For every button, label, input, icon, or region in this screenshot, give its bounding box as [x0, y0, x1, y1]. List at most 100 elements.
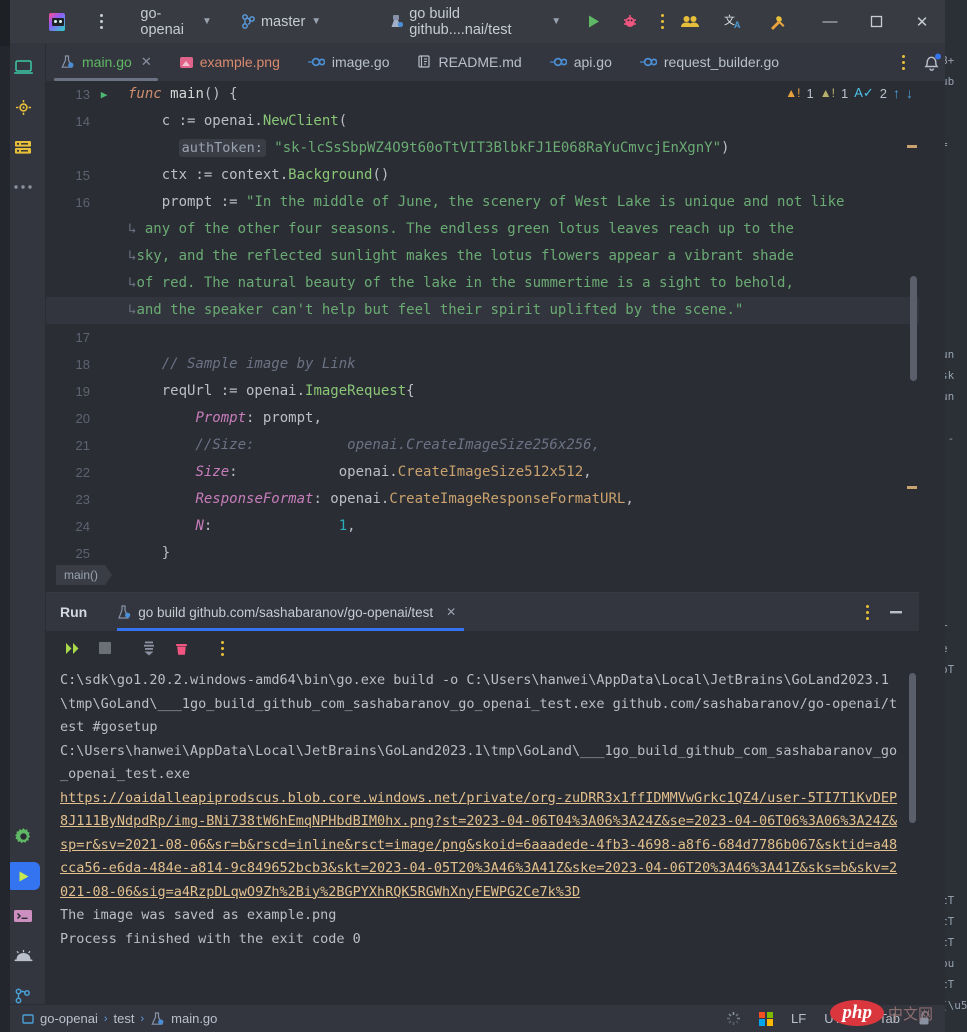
- console-line: C:\sdk\go1.20.2.windows-amd64\bin\go.exe…: [60, 669, 901, 740]
- stop-button[interactable]: [92, 636, 118, 660]
- indexing-spinner-icon[interactable]: [726, 1011, 741, 1026]
- code-token: ,: [583, 464, 591, 480]
- code-token: : openai.: [313, 491, 389, 507]
- next-problem-button[interactable]: ↓: [906, 85, 913, 101]
- code-token: Background: [288, 167, 372, 183]
- close-button[interactable]: ✕: [899, 0, 945, 43]
- screen-root: B+ub = unskun |- reoT cTcTcToucT[\u56fe]…: [0, 0, 967, 1032]
- branch-selector[interactable]: master ▼: [238, 8, 325, 36]
- code-line[interactable]: 14 c := openai.NewClient(: [46, 108, 919, 135]
- editor-tab-label: api.go: [574, 54, 612, 70]
- status-crumb-project[interactable]: go-openai: [40, 1011, 98, 1026]
- code-token: () {: [204, 86, 238, 102]
- code-line[interactable]: ↳ any of the other four seasons. The end…: [46, 216, 919, 243]
- editor-tab-api-go[interactable]: api.go: [536, 43, 626, 81]
- run-toolbar: [46, 631, 919, 665]
- code-editor[interactable]: ▲! 1 ▲! 1 A✓ 2 ↑ ↓ 13▶func main() {14 c …: [46, 81, 919, 562]
- debug-button[interactable]: [615, 7, 645, 37]
- editor-tab-readme-md[interactable]: README.md: [403, 43, 535, 81]
- code-line[interactable]: 24 N: 1,: [46, 513, 919, 540]
- run-configuration-selector[interactable]: go build github....nai/test ▼: [385, 8, 565, 36]
- inspection-widget[interactable]: ▲! 1 ▲! 1 A✓ 2 ↑ ↓: [785, 85, 913, 101]
- tab-list-options-icon[interactable]: [891, 48, 915, 76]
- code-line[interactable]: 18 // Sample image by Link: [46, 351, 919, 378]
- editor-marker-bar[interactable]: [905, 81, 919, 562]
- editor-marker: [907, 145, 917, 148]
- console-link[interactable]: https://oaidalleapiprodscus.blob.core.wi…: [60, 787, 901, 905]
- indent-indicator[interactable]: Tab: [879, 1011, 900, 1026]
- notifications-button[interactable]: [919, 43, 945, 81]
- editor-tab-example-png[interactable]: example.png: [166, 43, 294, 81]
- code-token: ): [721, 140, 729, 156]
- code-token: ,: [625, 491, 633, 507]
- run-more-options-icon[interactable]: [210, 634, 234, 662]
- editor-tab-request-builder-go[interactable]: request_builder.go: [626, 43, 793, 81]
- maximize-button[interactable]: [853, 0, 899, 43]
- weak-warning-icon: ▲!: [820, 86, 835, 100]
- code-token: sky, and the reflected sunlight makes th…: [136, 248, 793, 264]
- main-menu-icon[interactable]: [91, 8, 112, 36]
- editor-tab-main-go[interactable]: main.go ✕: [46, 43, 166, 81]
- rerun-button[interactable]: [60, 636, 86, 660]
- code-line[interactable]: 16 prompt := "In the middle of June, the…: [46, 189, 919, 216]
- code-line[interactable]: 17: [46, 324, 919, 351]
- translate-icon[interactable]: 文A: [717, 7, 751, 37]
- console-scrollbar-thumb[interactable]: [909, 673, 916, 823]
- windows-logo-icon[interactable]: [759, 1012, 773, 1026]
- code-line[interactable]: 23 ResponseFormat: openai.CreateImageRes…: [46, 486, 919, 513]
- code-line[interactable]: authToken: "sk-lcSsSbpWZ4O9t60oTtVIT3Blb…: [46, 135, 919, 162]
- close-icon[interactable]: ✕: [141, 54, 152, 70]
- editor-scrollbar-thumb[interactable]: [910, 276, 917, 381]
- project-selector[interactable]: go-openai ▼: [136, 8, 216, 36]
- status-crumb-folder[interactable]: test: [114, 1011, 135, 1026]
- run-button[interactable]: [579, 7, 609, 37]
- run-tab[interactable]: go build github.com/sashabaranov/go-open…: [117, 593, 464, 631]
- run-options-icon[interactable]: [855, 598, 879, 626]
- code-token: // Sample image by Link: [128, 356, 356, 372]
- status-crumb-file[interactable]: main.go: [171, 1011, 217, 1026]
- code-text: ctx := context.Background(): [114, 162, 919, 189]
- code-with-me-icon[interactable]: [673, 7, 707, 37]
- warning-icon: ▲!: [785, 86, 800, 100]
- encoding-indicator[interactable]: UTF-8: [824, 1011, 861, 1026]
- close-icon[interactable]: ✕: [446, 605, 456, 619]
- code-token: authToken:: [179, 139, 266, 157]
- warning-count: 1: [807, 86, 814, 101]
- hide-run-window-button[interactable]: [883, 600, 909, 624]
- clear-all-button[interactable]: [168, 636, 194, 660]
- run-gutter-icon[interactable]: ▶: [94, 81, 114, 108]
- weak-warning-count: 1: [841, 86, 848, 101]
- run-console-output[interactable]: C:\sdk\go1.20.2.windows-amd64\bin\go.exe…: [46, 665, 919, 990]
- editor-tab-image-go[interactable]: image.go: [294, 43, 404, 81]
- minimize-button[interactable]: —: [807, 0, 853, 43]
- previous-problem-button[interactable]: ↑: [893, 85, 900, 101]
- code-line[interactable]: ↳of red. The natural beauty of the lake …: [46, 270, 919, 297]
- scroll-to-end-button[interactable]: [136, 636, 162, 660]
- line-number: 14: [46, 108, 94, 135]
- go-file-icon: [640, 57, 657, 67]
- code-line[interactable]: 20 Prompt: prompt,: [46, 405, 919, 432]
- chevron-right-icon: ›: [104, 1013, 108, 1025]
- code-line[interactable]: 15 ctx := context.Background(): [46, 162, 919, 189]
- line-number: 21: [46, 432, 94, 459]
- code-line[interactable]: ↳sky, and the reflected sunlight makes t…: [46, 243, 919, 270]
- code-line[interactable]: 22 Size: openai.CreateImageSize512x512,: [46, 459, 919, 486]
- run-tab-label: go build github.com/sashabaranov/go-open…: [138, 605, 433, 620]
- code-token: and the speaker can't help but feel thei…: [136, 302, 743, 318]
- go-test-file-icon: [60, 55, 75, 69]
- line-separator-indicator[interactable]: LF: [791, 1011, 806, 1026]
- breadcrumb-item-main[interactable]: main(): [56, 565, 112, 585]
- line-number: 16: [46, 189, 94, 216]
- tools-icon[interactable]: [761, 7, 795, 37]
- code-token: ctx := context.: [128, 167, 288, 183]
- chevron-right-icon: ›: [140, 1013, 144, 1025]
- code-line[interactable]: 21 //Size: openai.CreateImageSize256x256…: [46, 432, 919, 459]
- code-line[interactable]: ↳and the speaker can't help but feel the…: [46, 297, 919, 324]
- code-line[interactable]: 19 reqUrl := openai.ImageRequest{: [46, 378, 919, 405]
- code-text: ResponseFormat: openai.CreateImageRespon…: [114, 486, 919, 513]
- title-bar: go-openai ▼ master ▼ go build github....…: [0, 0, 945, 43]
- more-actions-icon[interactable]: [652, 8, 673, 36]
- code-lines[interactable]: 13▶func main() {14 c := openai.NewClient…: [46, 81, 919, 562]
- console-line: Process finished with the exit code 0: [60, 928, 901, 952]
- unlocked-icon[interactable]: [918, 1011, 931, 1026]
